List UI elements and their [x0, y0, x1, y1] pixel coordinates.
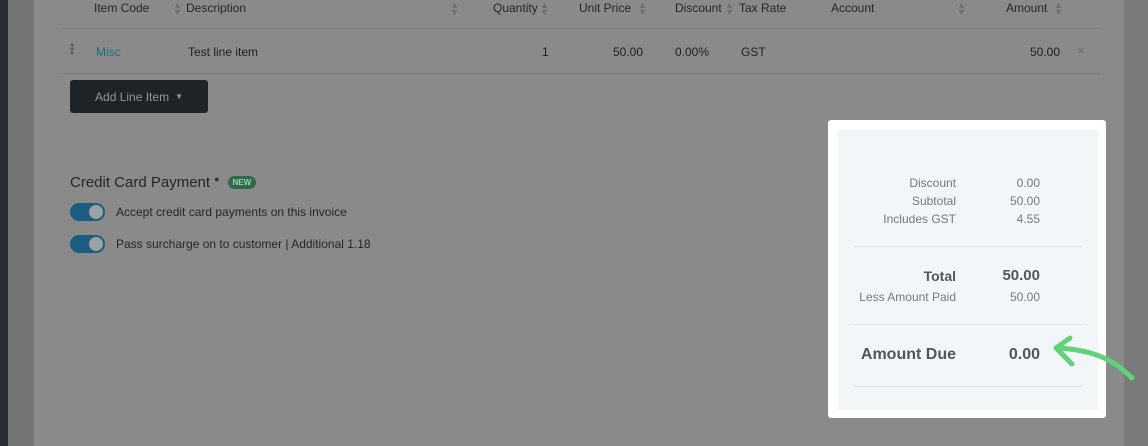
- drag-handle-icon[interactable]: • • •: [70, 39, 76, 59]
- amount-due-label: Amount Due: [860, 346, 956, 363]
- sort-icon[interactable]: ▲ ▼: [450, 1, 459, 17]
- total-value: 50.00: [1002, 267, 1040, 284]
- row-divider: [62, 73, 1100, 74]
- header-unit-price[interactable]: Unit Price: [579, 1, 631, 15]
- totals-divider: [854, 324, 1082, 325]
- unit-price-cell[interactable]: 50.00: [613, 45, 643, 59]
- close-icon[interactable]: ×: [1077, 43, 1085, 58]
- add-line-item-button[interactable]: Add Line Item ▼: [70, 80, 208, 113]
- subtotal-value: 50.00: [1009, 194, 1040, 208]
- accept-cc-toggle[interactable]: [70, 203, 105, 221]
- line-items-header: Item Code ▲ ▼ Description ▲ ▼ Quantity ▲ ▼ …: [62, 0, 1100, 20]
- new-badge: NEW: [227, 176, 257, 189]
- amount-paid-label: Less Amount Paid: [859, 290, 956, 304]
- accept-cc-option: Accept credit card payments on this invo…: [70, 203, 347, 221]
- sort-icon[interactable]: ▲ ▼: [540, 1, 549, 17]
- info-icon[interactable]: ●: [214, 174, 219, 184]
- window-edge: [0, 0, 8, 446]
- gst-value: 4.55: [1016, 212, 1040, 226]
- amount-due-value: 0.00: [1008, 346, 1040, 363]
- header-description[interactable]: Description: [186, 1, 246, 15]
- item-code-link[interactable]: Misc: [96, 45, 121, 59]
- credit-card-section-title: Credit Card Payment ● NEW: [70, 174, 257, 191]
- header-amount[interactable]: Amount: [1006, 1, 1047, 15]
- credit-card-title: Credit Card Payment: [70, 174, 211, 191]
- sort-icon[interactable]: ▲ ▼: [957, 1, 966, 17]
- tax-rate-cell[interactable]: GST: [741, 45, 766, 59]
- discount-cell[interactable]: 0.00%: [675, 45, 709, 59]
- side-gutter: [8, 0, 34, 446]
- caret-down-icon: ▼: [175, 92, 183, 101]
- table-row: • • • Misc Test line item 1 50.00 0.00% GS…: [62, 30, 1100, 74]
- header-account[interactable]: Account: [831, 1, 874, 15]
- amount-paid-value: 50.00: [1009, 290, 1040, 304]
- description-cell[interactable]: Test line item: [188, 45, 258, 59]
- gst-label: Includes GST: [883, 212, 956, 226]
- discount-label: Discount: [909, 176, 956, 190]
- surcharge-label: Pass surcharge on to customer | Addition…: [116, 237, 371, 251]
- sort-icon[interactable]: ▲ ▼: [638, 1, 647, 17]
- quantity-cell[interactable]: 1: [542, 45, 549, 59]
- add-line-item-label: Add Line Item: [95, 89, 170, 104]
- sort-icon[interactable]: ▲ ▼: [173, 1, 182, 17]
- header-divider: [62, 28, 1100, 29]
- header-tax-rate[interactable]: Tax Rate: [739, 1, 786, 15]
- total-label: Total: [923, 268, 956, 284]
- surcharge-option: Pass surcharge on to customer | Addition…: [70, 235, 371, 253]
- totals-divider: [854, 246, 1082, 247]
- sort-icon[interactable]: ▲ ▼: [1054, 1, 1063, 17]
- header-discount[interactable]: Discount: [675, 1, 722, 15]
- header-item-code[interactable]: Item Code: [94, 1, 149, 15]
- surcharge-toggle[interactable]: [70, 235, 105, 253]
- header-quantity[interactable]: Quantity: [493, 1, 538, 15]
- discount-value: 0.00: [1016, 176, 1040, 190]
- amount-cell: 50.00: [1030, 45, 1061, 59]
- subtotal-label: Subtotal: [911, 194, 956, 208]
- totals-divider: [854, 386, 1082, 387]
- sort-icon[interactable]: ▲ ▼: [725, 1, 734, 17]
- accept-cc-label: Accept credit card payments on this invo…: [116, 205, 347, 219]
- annotation-arrow-icon: [1053, 335, 1135, 381]
